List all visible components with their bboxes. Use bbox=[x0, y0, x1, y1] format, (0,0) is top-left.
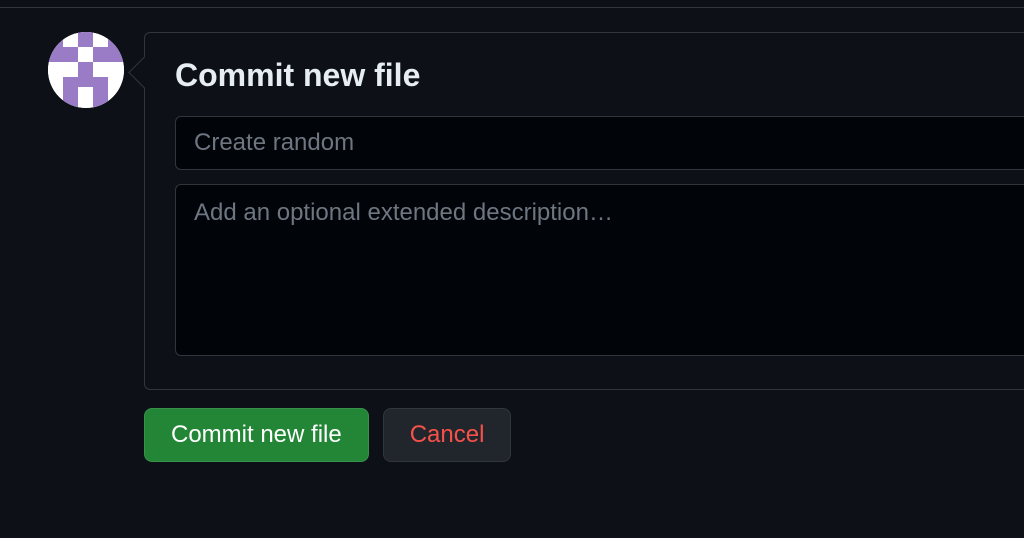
panel-title: Commit new file bbox=[175, 57, 1024, 94]
cancel-button[interactable]: Cancel bbox=[383, 408, 512, 462]
avatar-column bbox=[48, 32, 124, 462]
commit-button[interactable]: Commit new file bbox=[144, 408, 369, 462]
top-divider bbox=[0, 0, 1024, 8]
user-avatar[interactable] bbox=[48, 32, 124, 108]
button-row: Commit new file Cancel bbox=[144, 408, 1024, 462]
commit-container: Commit new file Commit new file Cancel bbox=[0, 8, 1024, 462]
identicon-icon bbox=[48, 32, 124, 108]
commit-description-textarea[interactable] bbox=[175, 184, 1024, 356]
commit-panel: Commit new file bbox=[144, 32, 1024, 390]
commit-message-input[interactable] bbox=[175, 116, 1024, 170]
panel-column: Commit new file Commit new file Cancel bbox=[144, 32, 1024, 462]
